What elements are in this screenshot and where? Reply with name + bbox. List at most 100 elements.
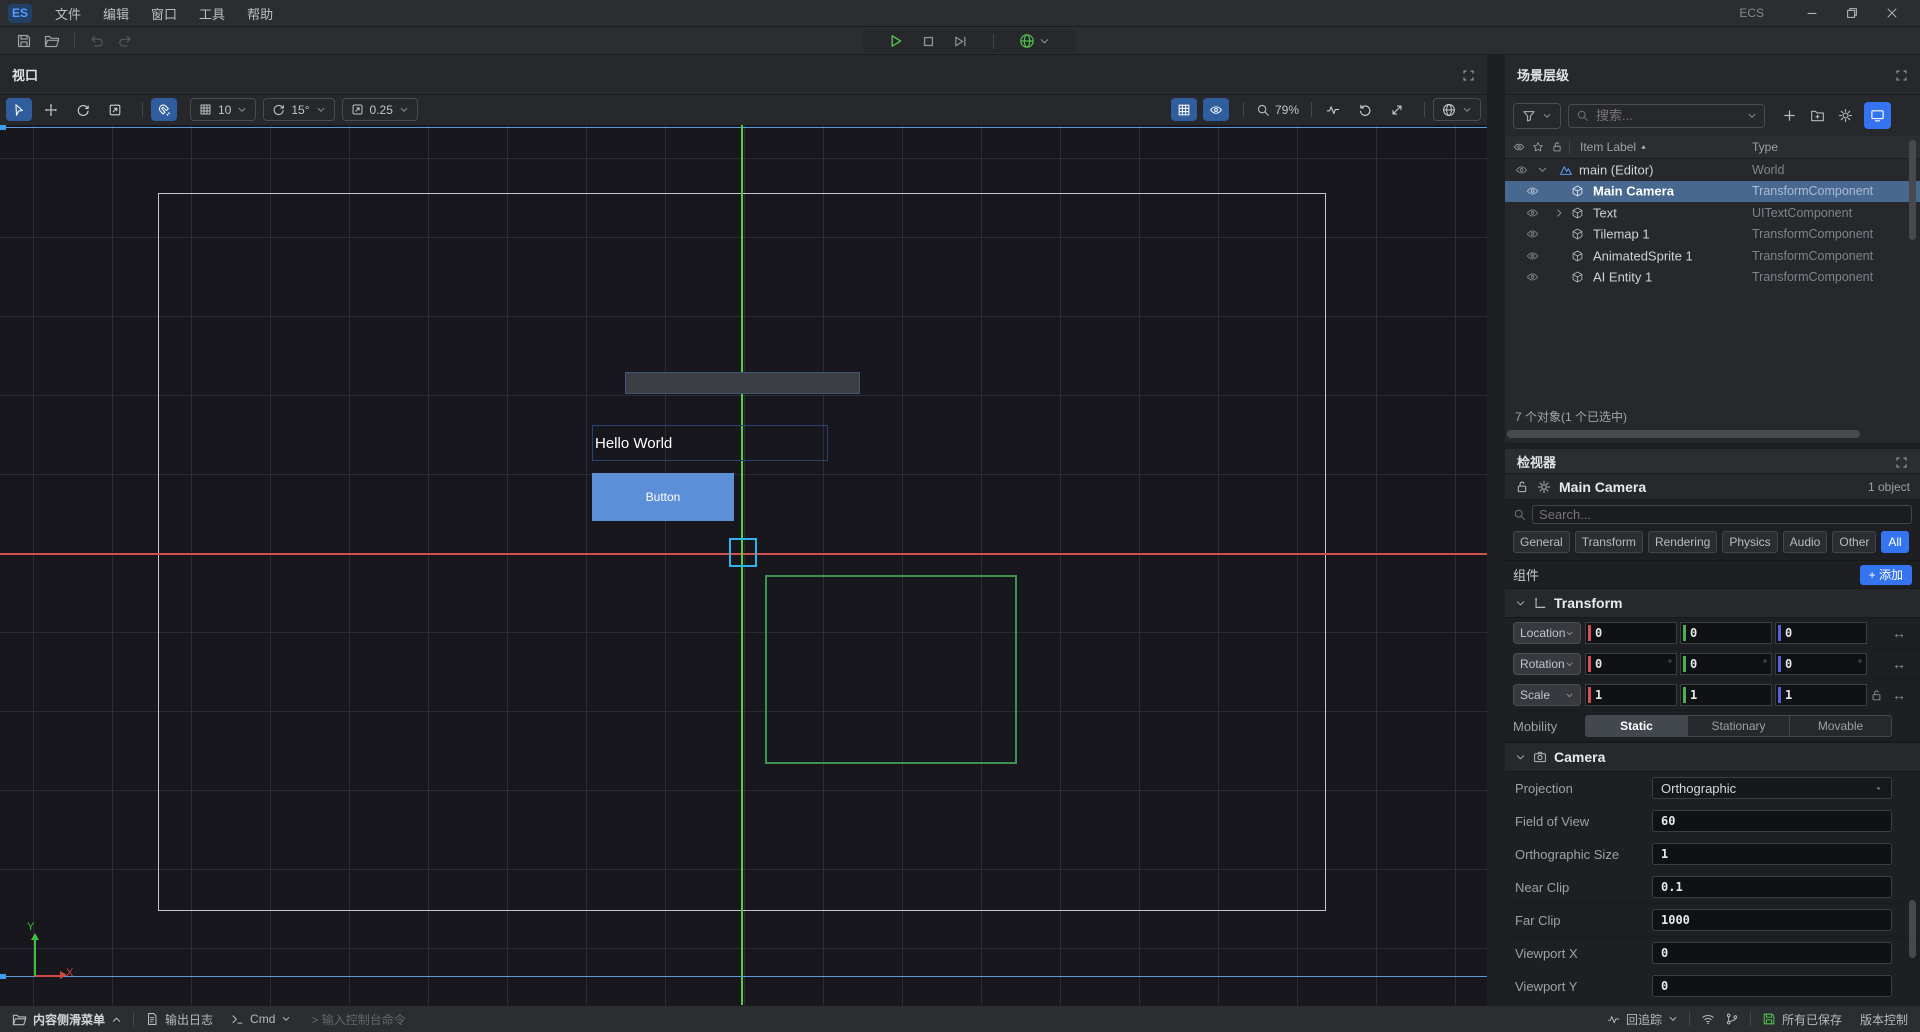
content-drawer-toggle[interactable]: 内容侧滑菜单: [12, 1011, 122, 1028]
viewport-expand-button[interactable]: [1462, 67, 1475, 82]
scale-x-input[interactable]: [1591, 688, 1672, 702]
visibility-column-icon[interactable]: [1513, 141, 1525, 153]
location-z-input[interactable]: [1781, 626, 1862, 640]
inspector-vertical-scrollbar[interactable]: [1909, 900, 1916, 958]
link-axes-icon[interactable]: ↔: [1892, 625, 1906, 641]
scene-canvas[interactable]: Hello World Button Y X: [0, 125, 1487, 1005]
visibility-toggle[interactable]: [1203, 98, 1229, 121]
show-grid-toggle[interactable]: [1171, 98, 1197, 121]
minimize-button[interactable]: [1792, 0, 1832, 26]
guide-handle[interactable]: [0, 974, 6, 979]
add-entity-button[interactable]: [1777, 104, 1801, 128]
tab-rendering[interactable]: Rendering: [1648, 531, 1717, 553]
type-column-header[interactable]: Type: [1752, 140, 1778, 154]
menu-help[interactable]: 帮助: [236, 0, 284, 27]
hierarchy-vertical-scrollbar[interactable]: [1909, 140, 1916, 240]
visibility-eye-icon[interactable]: [1526, 228, 1539, 241]
menu-tools[interactable]: 工具: [188, 0, 236, 27]
redo-button[interactable]: [111, 29, 139, 53]
run-target-dropdown[interactable]: [1019, 33, 1050, 49]
tab-physics[interactable]: Physics: [1722, 531, 1777, 553]
gear-icon[interactable]: [1537, 479, 1551, 495]
cmd-dropdown[interactable]: Cmd: [231, 1012, 291, 1026]
ui-panel-entity[interactable]: [625, 372, 860, 394]
hierarchy-row-animatedsprite[interactable]: AnimatedSprite 1 TransformComponent: [1505, 245, 1920, 267]
reset-view-button[interactable]: [1352, 98, 1378, 121]
menu-edit[interactable]: 编辑: [92, 0, 140, 27]
location-y-input[interactable]: [1686, 626, 1767, 640]
inspector-expand-button[interactable]: [1895, 453, 1908, 468]
play-button[interactable]: [888, 33, 904, 50]
hierarchy-search-input[interactable]: [1594, 107, 1742, 124]
visibility-eye-icon[interactable]: [1526, 249, 1539, 262]
scale-y-input[interactable]: [1686, 688, 1767, 702]
network-status-icon[interactable]: [1701, 1012, 1715, 1026]
visibility-eye-icon[interactable]: [1515, 163, 1528, 176]
viewport-x-input[interactable]: [1652, 942, 1892, 964]
entity-bounds-rect[interactable]: [765, 575, 1017, 764]
ui-text-entity[interactable]: Hello World: [592, 425, 828, 461]
rotation-x-input[interactable]: [1591, 657, 1668, 671]
save-button[interactable]: [10, 29, 38, 53]
lock-icon[interactable]: [1515, 479, 1529, 495]
move-tool-button[interactable]: [38, 98, 64, 121]
tab-general[interactable]: General: [1513, 531, 1570, 553]
link-axes-icon[interactable]: ↔: [1892, 656, 1906, 672]
add-component-button[interactable]: + 添加: [1860, 565, 1912, 585]
snap-toggle-button[interactable]: [151, 98, 177, 121]
favorite-column-icon[interactable]: [1532, 141, 1544, 153]
filter-dropdown[interactable]: [1513, 103, 1561, 129]
hierarchy-search-box[interactable]: [1568, 104, 1765, 128]
lock-column-icon[interactable]: [1551, 141, 1563, 153]
tab-audio[interactable]: Audio: [1783, 531, 1828, 553]
fit-view-button[interactable]: [1384, 98, 1410, 121]
rotation-z-input[interactable]: [1781, 657, 1858, 671]
camera-section-header[interactable]: Camera: [1505, 742, 1920, 772]
scale-z-input[interactable]: [1781, 688, 1862, 702]
mobility-static-button[interactable]: Static: [1585, 715, 1688, 737]
app-logo[interactable]: ES: [8, 4, 32, 23]
stats-button[interactable]: [1320, 98, 1346, 121]
inspector-search-input[interactable]: [1532, 505, 1912, 524]
visibility-eye-icon[interactable]: [1526, 185, 1539, 198]
grid-snap-dropdown[interactable]: 10: [190, 98, 256, 121]
hierarchy-expand-button[interactable]: [1895, 67, 1908, 82]
hierarchy-row-main-world[interactable]: main (Editor) World: [1505, 159, 1920, 181]
version-control-button[interactable]: 版本控制: [1860, 1011, 1908, 1028]
mobility-stationary-button[interactable]: Stationary: [1687, 715, 1790, 737]
version-branch-icon[interactable]: [1725, 1012, 1739, 1026]
far-clip-input[interactable]: [1652, 909, 1892, 931]
selection-box[interactable]: [729, 538, 757, 567]
horizontal-scrollbar[interactable]: [1507, 430, 1860, 438]
tab-all[interactable]: All: [1881, 531, 1908, 553]
traceback-dropdown[interactable]: 回追踪: [1607, 1011, 1678, 1028]
projection-select[interactable]: Orthographic: [1652, 777, 1892, 799]
scale-snap-dropdown[interactable]: 0.25: [342, 98, 418, 121]
zoom-control[interactable]: 79%: [1256, 103, 1299, 117]
hierarchy-row-tilemap[interactable]: Tilemap 1 TransformComponent: [1505, 224, 1920, 246]
visibility-eye-icon[interactable]: [1526, 206, 1539, 219]
rotate-tool-button[interactable]: [70, 98, 96, 121]
output-log-button[interactable]: 输出日志: [145, 1011, 213, 1028]
tab-transform[interactable]: Transform: [1575, 531, 1643, 553]
viewport-y-input[interactable]: [1652, 975, 1892, 997]
menu-window[interactable]: 窗口: [140, 0, 188, 27]
hierarchy-settings-button[interactable]: [1833, 104, 1857, 128]
hierarchy-row-main-camera[interactable]: Main Camera TransformComponent: [1505, 181, 1920, 203]
step-button[interactable]: [953, 33, 968, 49]
save-status[interactable]: 所有已保存: [1762, 1011, 1842, 1028]
stop-button[interactable]: [921, 33, 936, 49]
uniform-scale-lock-icon[interactable]: [1870, 689, 1883, 702]
field-of-view-input[interactable]: [1652, 810, 1892, 832]
undo-button[interactable]: [83, 29, 111, 53]
maximize-button[interactable]: [1832, 0, 1872, 26]
world-dropdown[interactable]: [1433, 98, 1481, 121]
visibility-eye-icon[interactable]: [1526, 271, 1539, 284]
menu-file[interactable]: 文件: [44, 0, 92, 27]
chevron-down-icon[interactable]: [1537, 164, 1548, 175]
open-folder-button[interactable]: [38, 29, 66, 53]
close-button[interactable]: [1872, 0, 1912, 26]
rotation-snap-dropdown[interactable]: 15°: [263, 98, 334, 121]
guide-handle[interactable]: [0, 125, 6, 130]
chevron-right-icon[interactable]: [1554, 207, 1565, 218]
